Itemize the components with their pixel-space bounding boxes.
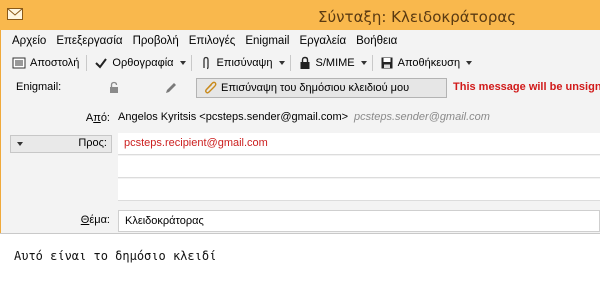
- from-value: Angelos Kyritsis <pcsteps.sender@gmail.c…: [118, 111, 349, 123]
- menu-view[interactable]: Προβολή: [128, 33, 184, 49]
- paperclip-icon: [203, 80, 217, 97]
- smime-dropdown[interactable]: [359, 52, 369, 74]
- from-identity: pcsteps.sender@gmail.com: [354, 111, 490, 123]
- toolbar-separator: [289, 55, 291, 71]
- menu-help[interactable]: Βοήθεια: [351, 33, 402, 49]
- subject-row: Θέμα: Κλειδοκράτορας: [0, 210, 600, 232]
- save-button[interactable]: Αποθήκευση: [376, 52, 464, 74]
- chevron-down-icon: [278, 61, 285, 65]
- menu-enigmail[interactable]: Enigmail: [240, 33, 294, 49]
- send-button[interactable]: Αποστολή: [8, 52, 83, 74]
- window-title: Σύνταξη: Κλειδοκράτορας: [318, 8, 517, 26]
- toolbar-separator: [190, 55, 192, 71]
- chevron-down-icon: [17, 142, 23, 146]
- attach-dropdown[interactable]: [277, 52, 287, 74]
- attach-public-key-button[interactable]: Επισύναψη του δημόσιου κλειδιού μου: [196, 78, 447, 98]
- attach-button[interactable]: Επισύναψη: [195, 52, 277, 74]
- enigmail-bar: Enigmail: Επισύναψη του δημόσιου κλειδιο…: [8, 77, 600, 99]
- spelling-dropdown[interactable]: [178, 52, 188, 74]
- floppy-icon: [380, 56, 394, 70]
- subject-input[interactable]: Κλειδοκράτορας: [118, 210, 600, 232]
- send-icon: [12, 56, 26, 70]
- recipient-field-empty[interactable]: [118, 179, 600, 201]
- from-row: Από: Angelos Kyritsis <pcsteps.sender@gm…: [0, 108, 600, 130]
- menu-bar: Αρχείο Επεξεργασία Προβολή Επιλογές Enig…: [8, 33, 402, 49]
- paperclip-icon: [199, 56, 213, 70]
- message-body-text: Αυτό είναι το δημόσιο κλειδί: [14, 249, 217, 263]
- menu-edit[interactable]: Επεξεργασία: [51, 33, 127, 49]
- toolbar-separator: [371, 55, 373, 71]
- smime-label: S/MIME: [315, 57, 355, 69]
- save-label: Αποθήκευση: [397, 57, 461, 69]
- message-body[interactable]: Αυτό είναι το δημόσιο κλειδί: [0, 233, 600, 286]
- recipient-type-select[interactable]: Προς:: [10, 135, 112, 153]
- subject-label: Θέμα:: [80, 214, 110, 226]
- from-label: Από:: [85, 112, 110, 124]
- envelope-icon: [7, 7, 23, 21]
- signing-status-message: This message will be unsign: [453, 81, 600, 93]
- toolbar-separator: [86, 55, 88, 71]
- menu-tools[interactable]: Εργαλεία: [294, 33, 351, 49]
- recipient-field-empty[interactable]: [118, 156, 600, 178]
- save-dropdown[interactable]: [464, 52, 474, 74]
- attach-label: Επισύναψη: [216, 57, 273, 69]
- attach-public-key-label: Επισύναψη του δημόσιου κλειδιού μου: [221, 82, 410, 94]
- menu-options[interactable]: Επιλογές: [184, 33, 241, 49]
- chevron-down-icon: [179, 61, 186, 65]
- recipient-value: pcsteps.recipient@gmail.com: [124, 137, 268, 149]
- subject-value: Κλειδοκράτορας: [125, 215, 204, 227]
- enigmail-label: Enigmail:: [16, 81, 62, 93]
- smime-button[interactable]: S/MIME: [294, 52, 359, 74]
- recipient-type-label: Προς:: [78, 137, 107, 149]
- menu-file[interactable]: Αρχείο: [8, 33, 51, 49]
- recipient-row: Προς: pcsteps.recipient@gmail.com: [0, 133, 600, 155]
- title-bar: Σύνταξη: Κλειδοκράτορας: [0, 0, 600, 30]
- lock-icon: [298, 56, 312, 70]
- checkmark-icon: [94, 56, 108, 70]
- recipient-field[interactable]: pcsteps.recipient@gmail.com: [118, 133, 600, 155]
- sign-toggle-icon[interactable]: [164, 81, 178, 95]
- toolbar: Αποστολή Ορθογραφία Επισύναψη S/MIME Απο…: [8, 52, 474, 74]
- from-selector[interactable]: Angelos Kyritsis <pcsteps.sender@gmail.c…: [118, 111, 490, 123]
- chevron-down-icon: [360, 61, 367, 65]
- spelling-button[interactable]: Ορθογραφία: [90, 52, 177, 74]
- encrypt-toggle-icon[interactable]: [108, 81, 120, 94]
- chevron-down-icon: [466, 61, 473, 65]
- send-label: Αποστολή: [30, 57, 80, 69]
- spelling-label: Ορθογραφία: [112, 57, 174, 69]
